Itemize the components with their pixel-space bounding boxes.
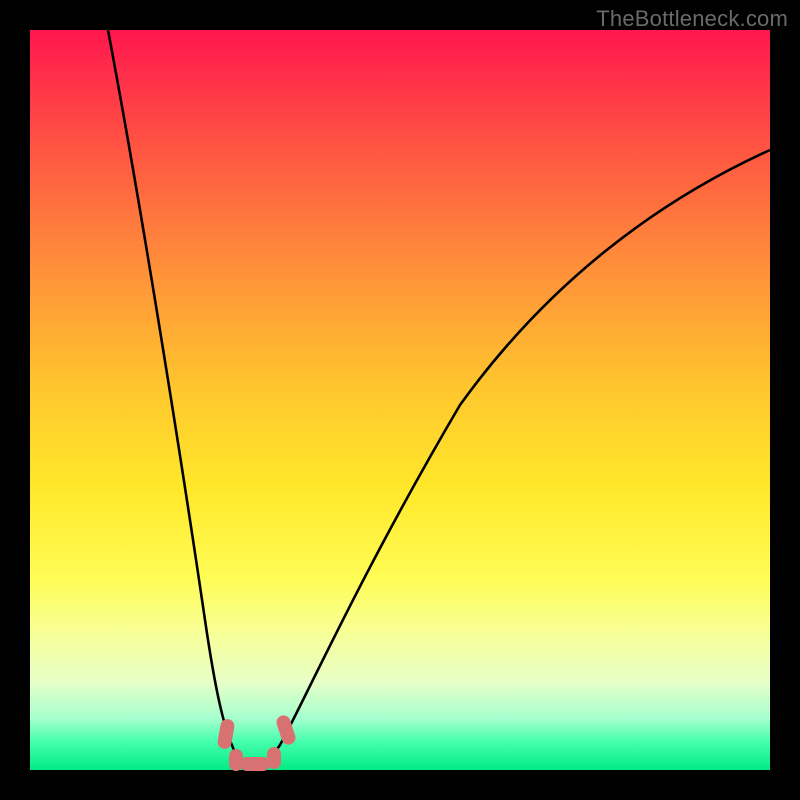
curve-marker [240,757,270,771]
bottleneck-curve [30,30,770,770]
gradient-panel [30,30,770,770]
watermark-text: TheBottleneck.com [596,6,788,32]
curve-right-branch [254,150,770,764]
curve-left-branch [108,30,254,764]
curve-marker [267,747,281,769]
